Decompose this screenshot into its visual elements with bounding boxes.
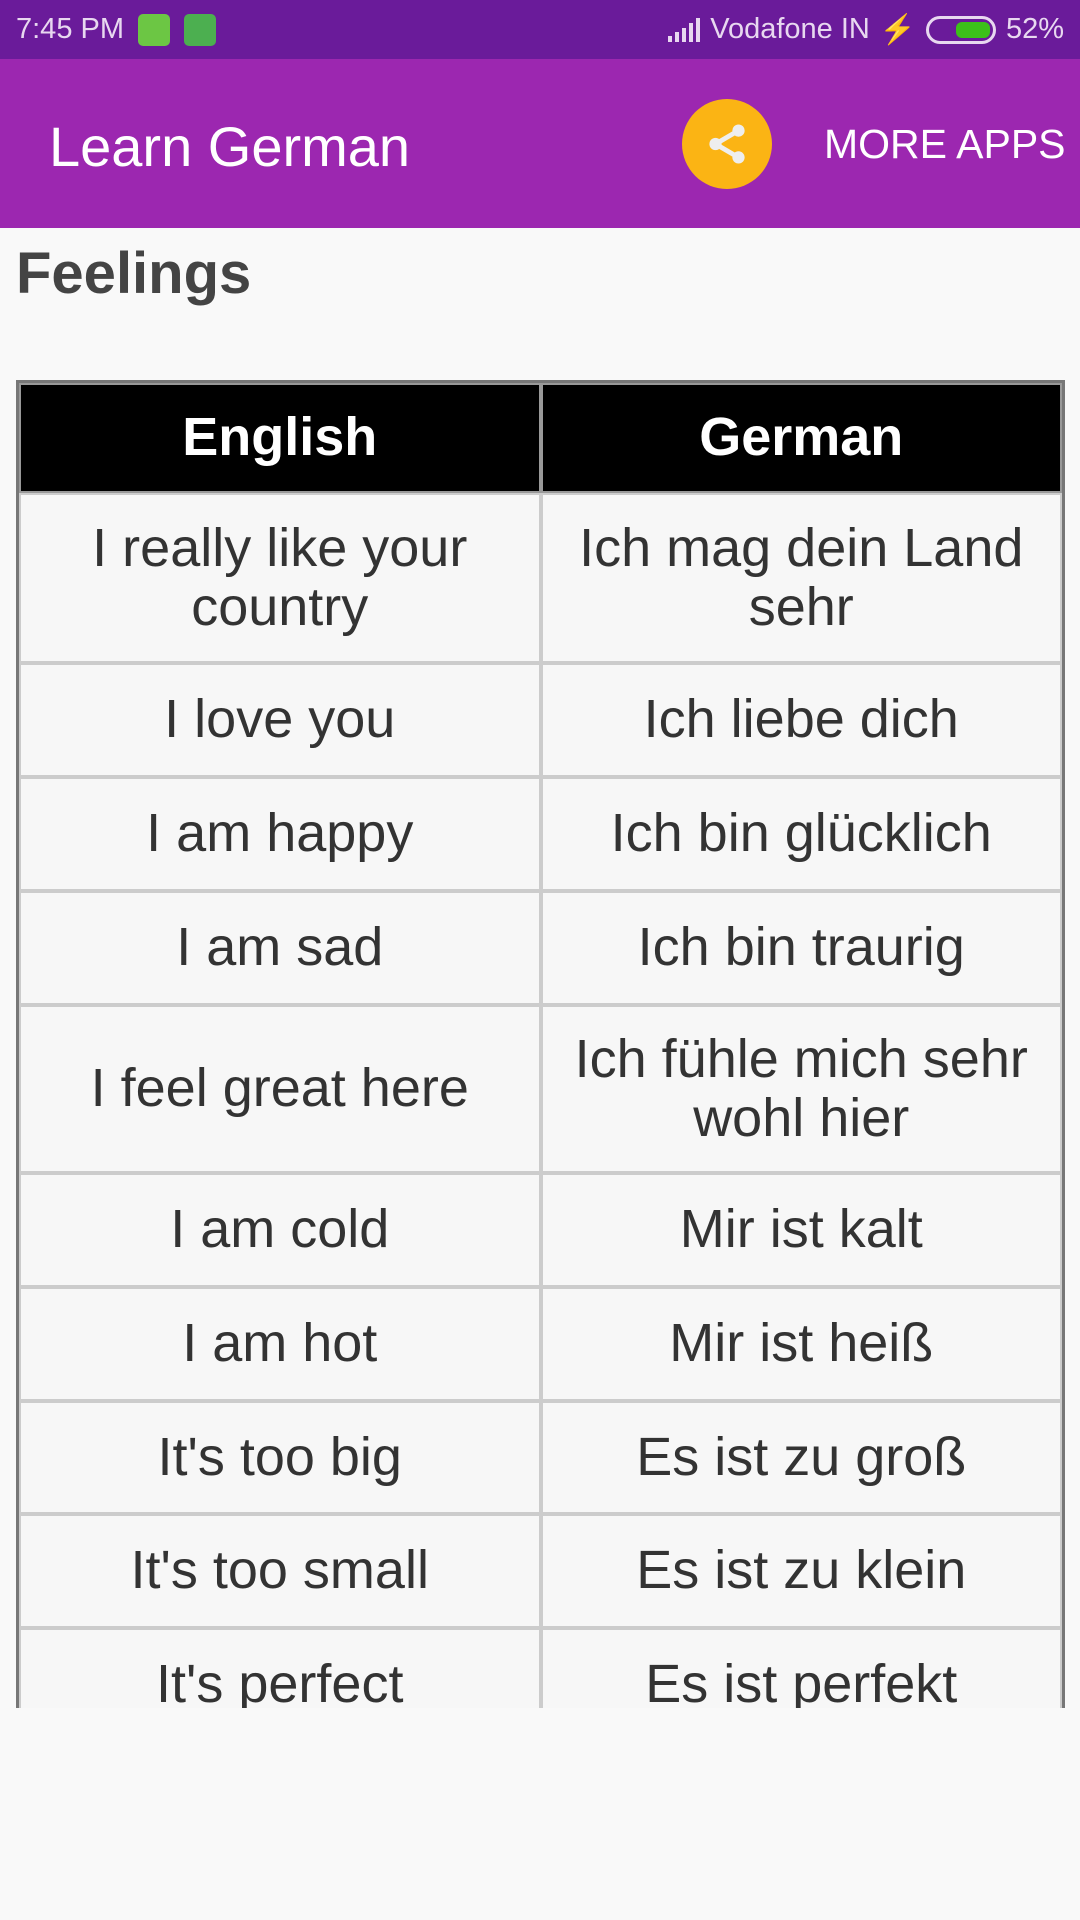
german-cell: Mir ist heiß [540,1287,1062,1401]
status-bar: 7:45 PM Vodafone IN ⚡ 52% [0,0,1080,59]
table-row: I am happy Ich bin glücklich [19,777,1062,891]
android-icon [184,13,216,46]
more-apps-button[interactable]: MORE APPS [824,121,1066,168]
english-cell: It's too big [19,1401,541,1514]
status-time: 7:45 PM [16,13,124,45]
table-row: I am sad Ich bin traurig [19,891,1062,1005]
table-row: I am hot Mir ist heiß [19,1287,1062,1401]
english-cell: It's too small [19,1514,541,1628]
english-cell: I am happy [19,777,541,891]
battery-icon [925,15,996,44]
table-row: I really like your country Ich mag dein L… [19,493,1062,663]
share-button[interactable] [682,99,772,189]
german-cell: Ich mag dein Land sehr [540,493,1062,663]
signal-icon [668,17,701,42]
german-cell: Es ist zu klein [540,1514,1062,1628]
english-cell: I love you [19,663,541,777]
german-cell: Ich fühle mich sehr wohl hier [540,1005,1062,1173]
table-row: It's perfect Es ist perfekt [19,1628,1062,1708]
header-english: English [19,383,541,493]
english-cell: It's perfect [19,1628,541,1708]
battery-percent: 52% [1005,13,1064,45]
battery-saver-icon [138,13,170,46]
german-cell: Ich liebe dich [540,663,1062,777]
german-cell: Es ist zu groß [540,1401,1062,1514]
german-cell: Ich bin traurig [540,891,1062,1005]
german-cell: Mir ist kalt [540,1173,1062,1287]
english-cell: I feel great here [19,1005,541,1173]
english-cell: I am hot [19,1287,541,1401]
carrier-name: Vodafone IN [710,13,870,45]
app-bar: Learn German MORE APPS [0,59,1080,228]
german-cell: Es ist perfekt [540,1628,1062,1708]
german-cell: Ich bin glücklich [540,777,1062,891]
header-german: German [540,383,1062,493]
english-cell: I am cold [19,1173,541,1287]
share-icon [709,124,745,164]
english-cell: I am sad [19,891,541,1005]
section-title: Feelings [16,241,252,306]
phrase-table: English German I really like your countr… [16,380,1065,1708]
charging-icon: ⚡ [879,13,916,46]
english-cell: I really like your country [19,493,541,663]
table-header: English German [19,383,1062,493]
table-row: I love you Ich liebe dich [19,663,1062,777]
app-title: Learn German [49,115,411,178]
table-row: I am cold Mir ist kalt [19,1173,1062,1287]
table-row: It's too big Es ist zu groß [19,1401,1062,1514]
table-row: It's too small Es ist zu klein [19,1514,1062,1628]
table-row: I feel great here Ich fühle mich sehr woh… [19,1005,1062,1173]
